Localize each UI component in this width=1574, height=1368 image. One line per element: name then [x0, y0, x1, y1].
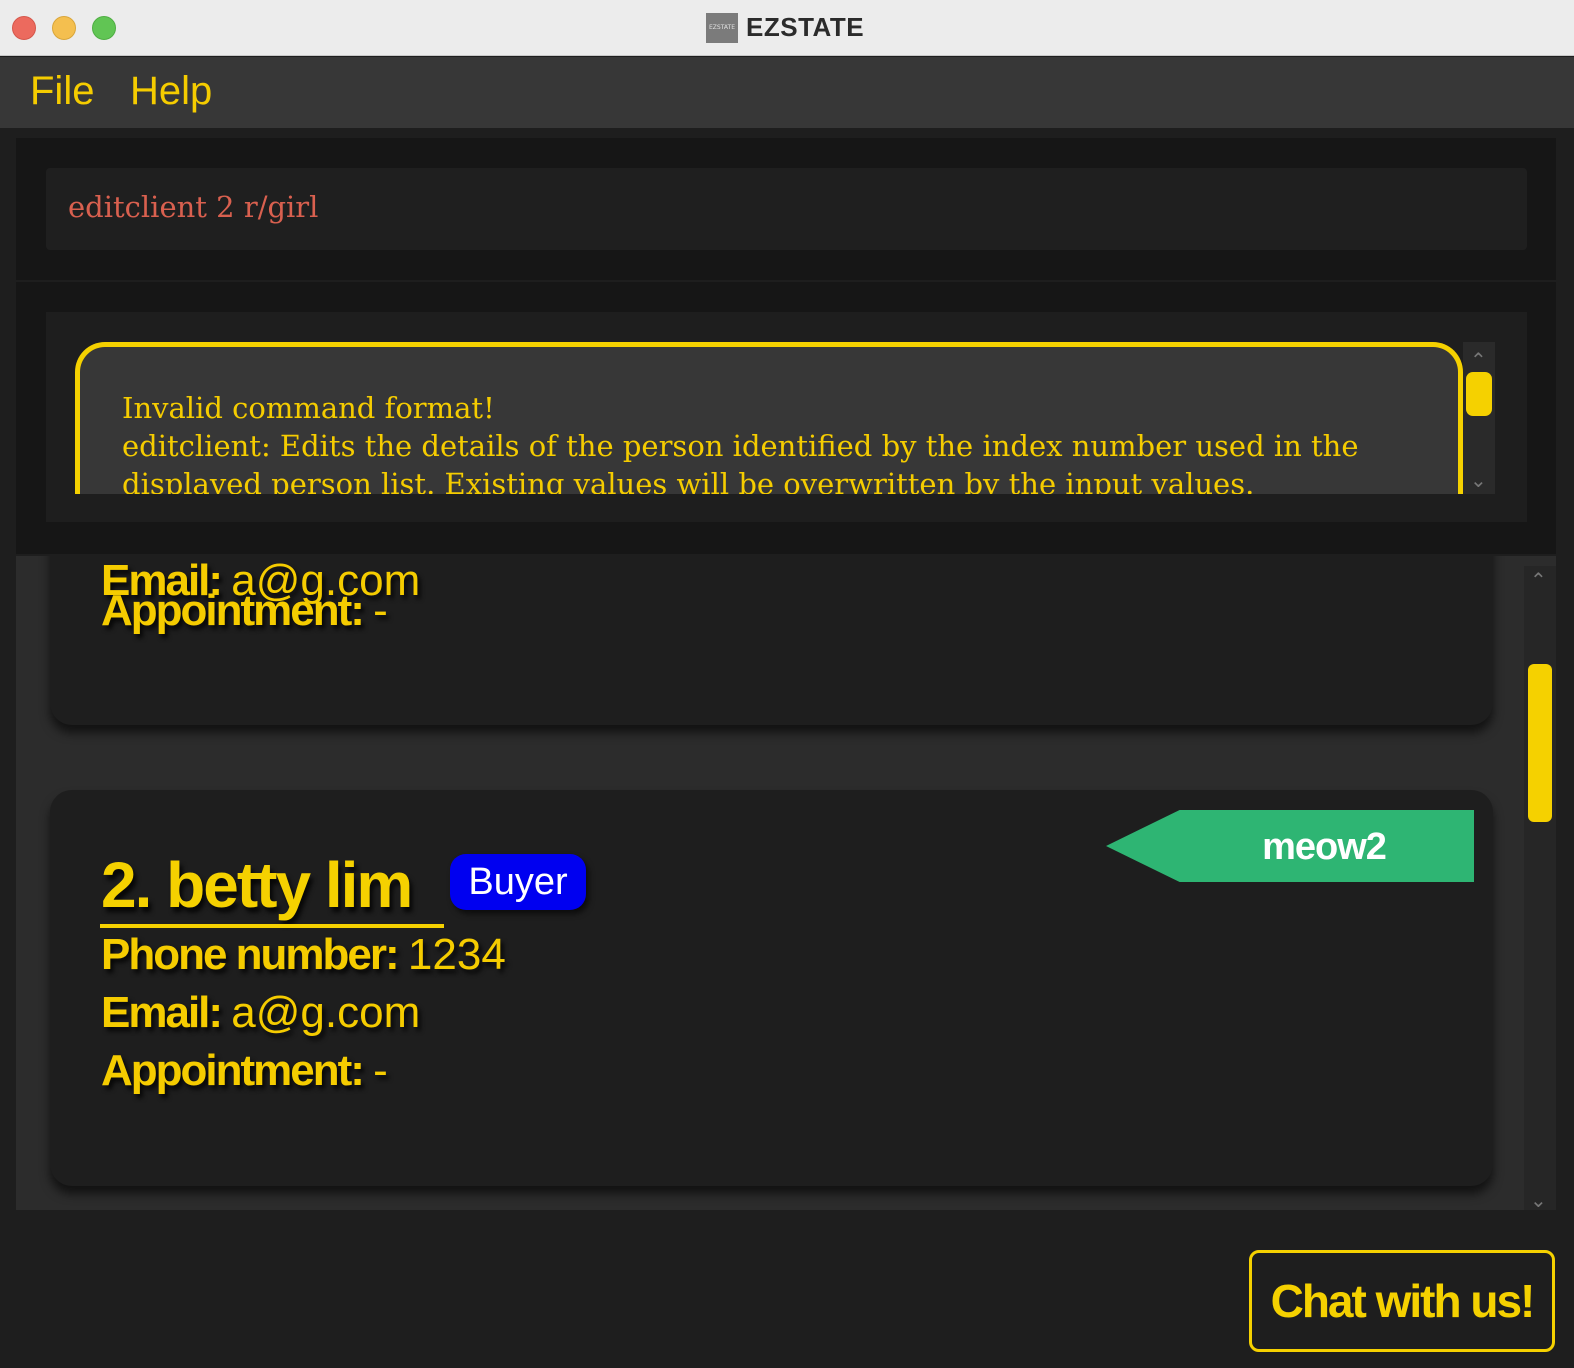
maximize-window-button[interactable]: [92, 16, 116, 40]
client-card[interactable]: 2. betty lim Buyer meow2 Phone number: 1…: [50, 790, 1493, 1186]
email-value: a@g.com: [231, 988, 421, 1037]
client-card[interactable]: Email: a@g.com Appointment: -: [50, 556, 1493, 725]
appointment-label: Appointment:: [101, 586, 365, 635]
email-label: Email:: [101, 988, 223, 1037]
tag-label: meow2: [1262, 826, 1387, 868]
window-title: EZSTATE: [746, 12, 865, 42]
chevron-down-icon[interactable]: ⌄: [1470, 468, 1487, 493]
list-scrollbar-thumb[interactable]: [1528, 664, 1552, 822]
role-badge: Buyer: [450, 854, 586, 910]
menu-file[interactable]: File: [30, 69, 94, 114]
command-input[interactable]: editclient 2 r/girl: [46, 168, 1527, 250]
result-message: Invalid command format! editclient: Edit…: [122, 389, 1442, 494]
minimize-window-button[interactable]: [52, 16, 76, 40]
appointment-row: Appointment: -: [101, 586, 388, 636]
result-display[interactable]: Invalid command format! editclient: Edit…: [75, 342, 1463, 494]
phone-row: Phone number: 1234: [101, 930, 506, 980]
phone-label: Phone number:: [101, 930, 400, 979]
chevron-up-icon[interactable]: ⌃: [1470, 348, 1487, 373]
command-input-text: editclient 2 r/girl: [68, 190, 319, 224]
result-line: editclient: Edits the details of the per…: [122, 429, 1359, 463]
appointment-value: -: [373, 1046, 388, 1095]
result-line: displayed person list. Existing values w…: [122, 467, 1255, 494]
result-scrollbar-thumb[interactable]: [1466, 372, 1492, 416]
app-icon: EZSTATE: [706, 13, 738, 43]
appointment-value: -: [373, 586, 388, 635]
phone-value: 1234: [407, 930, 506, 979]
close-window-button[interactable]: [12, 16, 36, 40]
title-bar: EZSTATE EZSTATE: [0, 0, 1574, 56]
client-name: 2. betty lim: [101, 849, 413, 921]
client-list[interactable]: Email: a@g.com Appointment: - 2. betty l…: [16, 556, 1556, 1210]
email-row: Email: a@g.com: [101, 988, 420, 1038]
name-underline: [100, 924, 444, 928]
list-scrollbar[interactable]: ⌃ ⌄: [1524, 566, 1556, 1212]
chevron-up-icon[interactable]: ⌃: [1530, 568, 1547, 593]
menu-bar: File Help: [0, 57, 1574, 128]
appointment-label: Appointment:: [101, 1046, 365, 1095]
menu-help[interactable]: Help: [130, 69, 212, 114]
result-line: Invalid command format!: [122, 391, 495, 425]
appointment-row: Appointment: -: [101, 1046, 388, 1096]
result-scrollbar[interactable]: ⌃ ⌄: [1463, 342, 1495, 494]
chat-button[interactable]: Chat with us!: [1249, 1250, 1555, 1352]
